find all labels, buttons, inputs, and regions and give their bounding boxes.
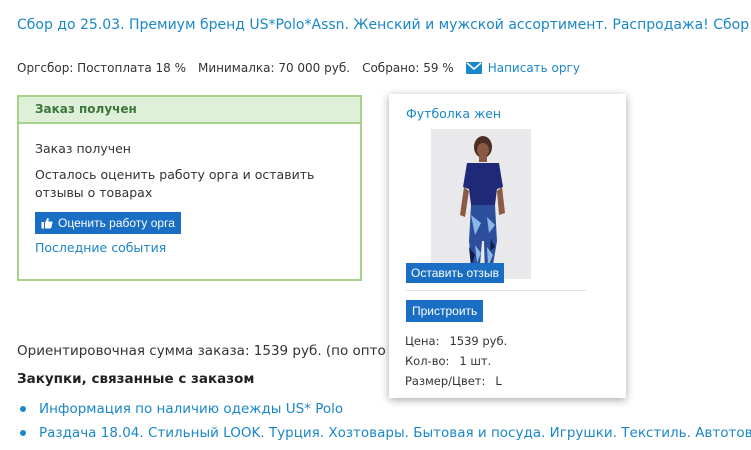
quantity-row: Кол-во: 1 шт. (405, 351, 507, 371)
product-photo[interactable] (431, 129, 531, 279)
related-purchases-heading: Закупки, связанные с заказом (17, 371, 255, 387)
quantity-value: 1 шт. (459, 354, 492, 368)
related-purchases-list: Информация по наличию одежды US* Polo Ра… (17, 397, 751, 445)
leave-review-button[interactable]: Оставить отзыв (406, 263, 504, 283)
product-title-link[interactable]: Футболка жен (406, 106, 501, 121)
attach-button[interactable]: Пристроить (406, 300, 484, 322)
write-org-link[interactable]: Написать оргу (488, 61, 580, 75)
size-color-label: Размер/Цвет: (405, 374, 486, 388)
product-details: Цена: 1539 руб. Кол-во: 1 шт. Размер/Цве… (405, 331, 507, 391)
thumbs-up-icon (41, 217, 53, 229)
product-card: Футболка жен Оставить отзыв Пристроить Ц… (389, 94, 626, 398)
list-item: Информация по наличию одежды US* Polo (17, 397, 751, 421)
bullet-icon (20, 406, 26, 412)
price-label: Цена: (405, 334, 440, 348)
bullet-icon (20, 430, 26, 436)
order-status-header: Заказ получен (19, 97, 360, 124)
quantity-label: Кол-во: (405, 354, 450, 368)
related-purchase-link[interactable]: Информация по наличию одежды US* Polo (39, 401, 343, 417)
order-status-text: Заказ получен (35, 141, 131, 156)
order-status-hint: Осталось оценить работу орга и оставить … (35, 167, 315, 200)
estimated-sum-text: Ориентировочная сумма заказа: 1539 руб. … (17, 343, 387, 359)
price-row: Цена: 1539 руб. (405, 331, 507, 351)
rate-org-button[interactable]: Оценить работу орга (35, 212, 181, 234)
rate-org-label: Оценить работу орга (58, 216, 175, 230)
price-value: 1539 руб. (449, 334, 508, 348)
list-item: Раздача 18.04. Стильный LOOK. Турция. Хо… (17, 421, 751, 445)
purchase-meta: Оргсбор: Постоплата 18 % Минималка: 70 0… (17, 61, 580, 75)
minimum-text: Минималка: 70 000 руб. (198, 61, 351, 75)
size-color-row: Размер/Цвет: L (405, 371, 507, 391)
order-status-panel: Заказ получен Заказ получен Осталось оце… (17, 95, 362, 281)
collected-text: Собрано: 59 % (362, 61, 454, 75)
last-events-link[interactable]: Последние события (35, 239, 344, 257)
envelope-icon[interactable] (465, 62, 482, 74)
size-color-value: L (495, 374, 502, 388)
card-divider (406, 290, 586, 291)
org-fee-text: Оргсбор: Постоплата 18 % (17, 61, 186, 75)
related-purchase-link[interactable]: Раздача 18.04. Стильный LOOK. Турция. Хо… (39, 425, 751, 441)
purchase-title-link[interactable]: Сбор до 25.03. Премиум бренд US*Polo*Ass… (17, 17, 751, 33)
